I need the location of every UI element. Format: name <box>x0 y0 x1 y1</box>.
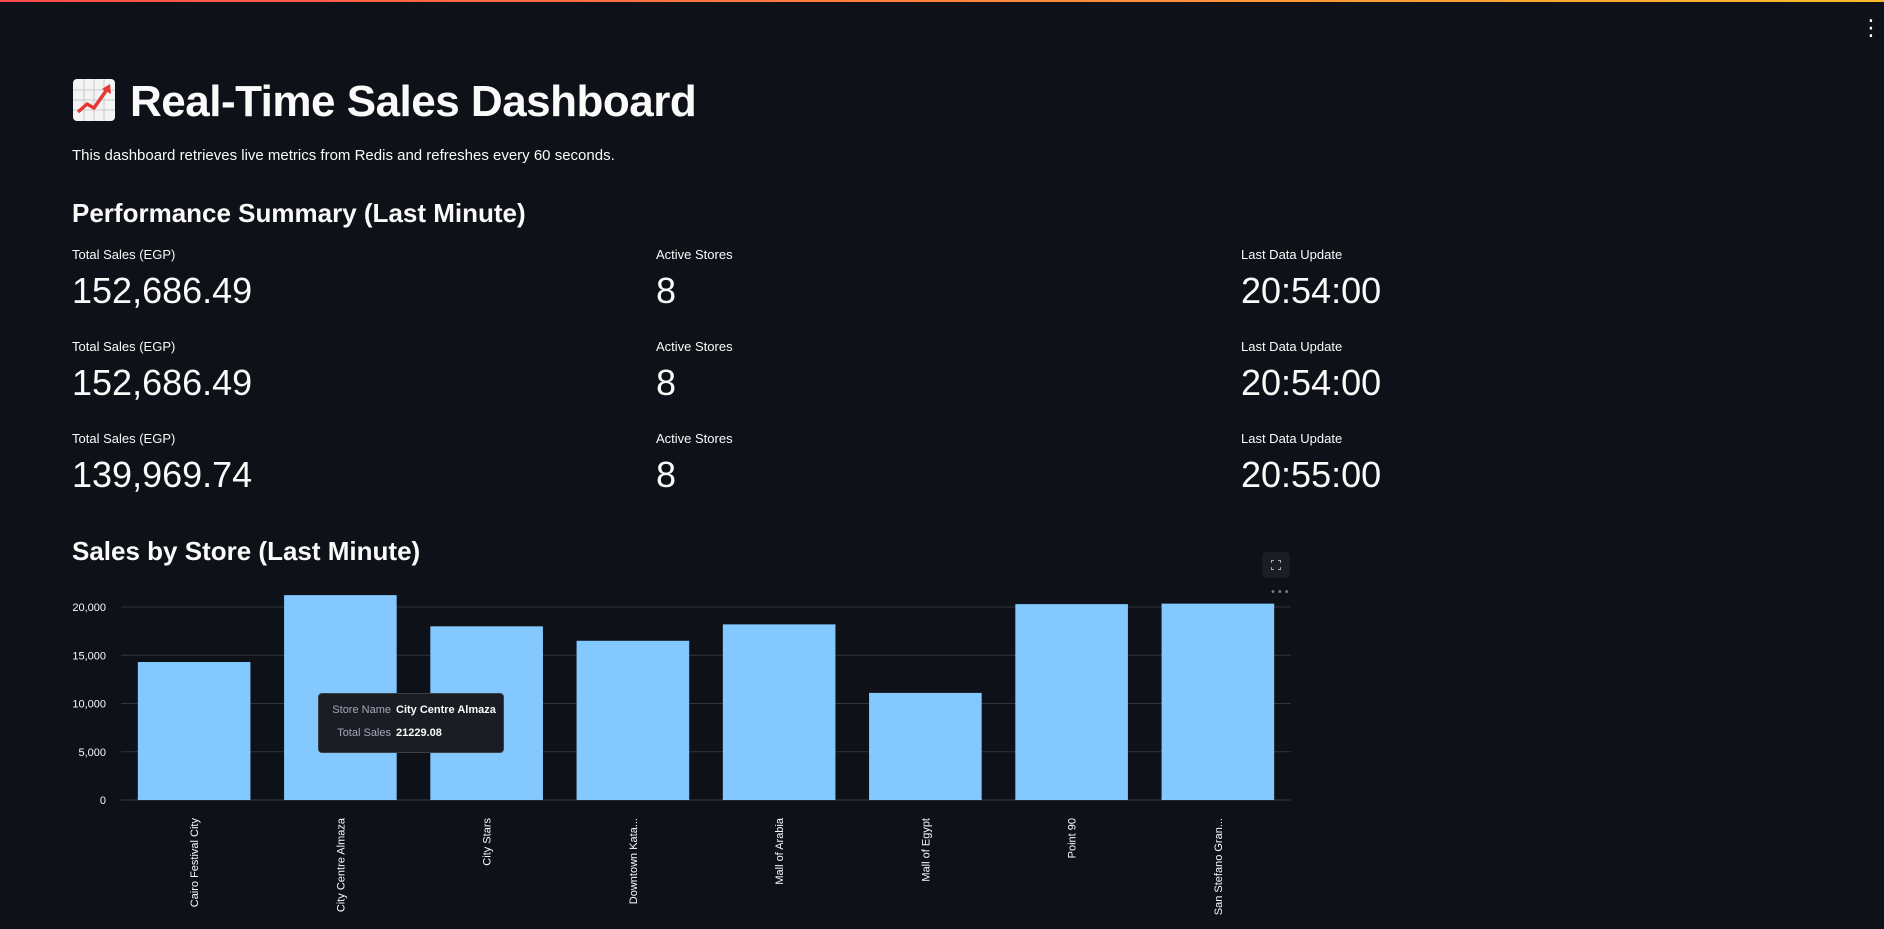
x-tick-label: Mall of Egypt <box>920 818 932 882</box>
tooltip-row: Store Name City Centre Almaza <box>319 704 503 720</box>
bar[interactable] <box>722 624 836 800</box>
y-tick-label: 15,000 <box>72 650 106 662</box>
tooltip-value: 21229.08 <box>396 727 442 739</box>
x-tick-label: Mall of Arabia <box>774 817 786 885</box>
x-tick-label: City Stars <box>482 818 494 866</box>
x-tick-label: City Centre Almaza <box>335 817 347 912</box>
tooltip-key: Total Sales <box>337 727 391 739</box>
bar[interactable] <box>576 640 690 800</box>
sales-bar-chart[interactable]: 0 5,000 10,000 15,000 20,000 Cairo Festival C… <box>0 0 1884 929</box>
x-tick-label: Cairo Festival City <box>189 818 201 908</box>
x-tick-label: Point 90 <box>1067 818 1079 858</box>
bar[interactable] <box>869 692 982 800</box>
bar[interactable] <box>1161 603 1275 800</box>
chart-tooltip: Store Name City Centre Almaza Total Sale… <box>318 693 504 753</box>
bar[interactable] <box>1015 604 1128 800</box>
y-tick-label: 20,000 <box>72 602 106 614</box>
x-tick-label: San Stefano Gran... <box>1213 818 1225 915</box>
y-tick-label: 5,000 <box>78 747 106 759</box>
y-tick-label: 10,000 <box>72 699 106 711</box>
x-tick-label: Downtown Kata... <box>628 818 640 904</box>
bar[interactable] <box>137 662 251 800</box>
tooltip-row: Total Sales 21229.08 <box>319 727 503 743</box>
tooltip-value: City Centre Almaza <box>396 704 496 716</box>
y-tick-label: 0 <box>100 795 106 807</box>
tooltip-key: Store Name <box>332 704 391 716</box>
